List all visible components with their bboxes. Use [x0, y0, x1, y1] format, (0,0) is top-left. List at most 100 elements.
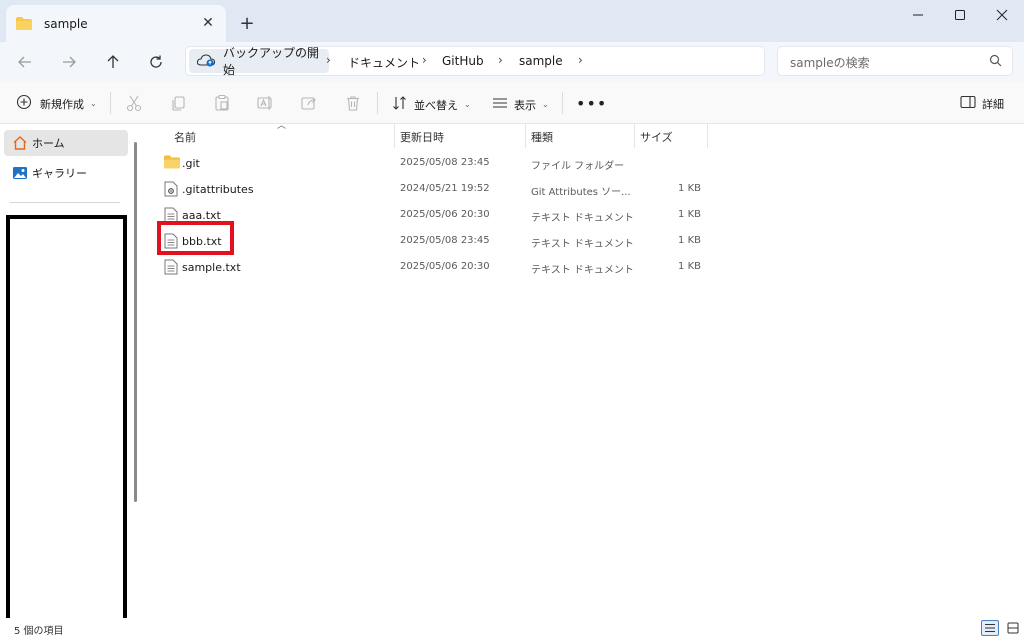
- chevron-down-icon: ⌄: [90, 99, 97, 108]
- highlight-box: [157, 221, 234, 255]
- forward-button[interactable]: [54, 48, 84, 76]
- maximize-button[interactable]: [940, 0, 980, 30]
- table-row[interactable]: bbb.txt 2025/05/08 23:45 テキスト ドキュメント 1 K…: [158, 228, 718, 254]
- search-icon: [989, 54, 1002, 70]
- file-list: ︿ 名前 更新日時 種類 サイズ .git 2025/05/08 23:45 フ…: [144, 121, 1024, 618]
- folder-icon: [164, 155, 180, 172]
- divider: [110, 92, 111, 114]
- column-divider[interactable]: [525, 124, 526, 148]
- chevron-right-icon[interactable]: ›: [578, 53, 583, 67]
- navigation-pane: ホーム ギャラリー: [0, 124, 140, 626]
- details-view-icon[interactable]: [981, 620, 999, 636]
- sidebar-item-label: ホーム: [32, 137, 65, 150]
- divider: [10, 202, 120, 203]
- tab-title: sample: [44, 16, 88, 31]
- back-button[interactable]: [10, 48, 40, 76]
- sort-icon: [392, 95, 408, 114]
- cloud-backup-icon: [196, 53, 216, 70]
- chevron-down-icon: ⌄: [542, 100, 549, 109]
- file-type: Git Attributes ソー...: [531, 187, 631, 198]
- view-button[interactable]: 表示 ⌄: [492, 95, 549, 114]
- column-divider[interactable]: [394, 124, 395, 148]
- delete-icon[interactable]: [344, 94, 362, 112]
- file-type: テキスト ドキュメント: [531, 239, 634, 250]
- breadcrumb-github[interactable]: GitHub: [442, 54, 484, 68]
- details-pane-button[interactable]: 詳細: [960, 95, 1004, 112]
- file-modified: 2025/05/08 23:45: [400, 235, 490, 246]
- sort-label: 並べ替え: [414, 98, 458, 112]
- sort-button[interactable]: 並べ替え ⌄: [392, 95, 471, 114]
- copy-icon[interactable]: [169, 94, 187, 112]
- file-name: .gitattributes: [182, 183, 254, 196]
- column-header-modified[interactable]: 更新日時: [400, 124, 444, 148]
- command-bar: 新規作成 ⌄ 並べ替え ⌄ 表示 ⌄ ••• 詳細: [0, 82, 1024, 124]
- sidebar-item-home[interactable]: ホーム: [4, 130, 128, 156]
- file-name: .git: [182, 157, 200, 170]
- sort-ascending-icon: ︿: [277, 121, 287, 131]
- plus-circle-icon: [16, 94, 32, 113]
- column-divider[interactable]: [634, 124, 635, 148]
- minimize-button[interactable]: [898, 0, 938, 30]
- table-row[interactable]: sample.txt 2025/05/06 20:30 テキスト ドキュメント …: [158, 254, 718, 280]
- file-modified: 2025/05/06 20:30: [400, 261, 490, 272]
- item-count: 5 個の項目: [14, 626, 64, 637]
- close-tab-icon[interactable]: ✕: [198, 13, 218, 33]
- file-type: ファイル フォルダー: [531, 161, 625, 172]
- sidebar-scrollbar[interactable]: [134, 142, 137, 502]
- folder-icon: [16, 17, 32, 30]
- table-row[interactable]: aaa.txt 2025/05/06 20:30 テキスト ドキュメント 1 K…: [158, 202, 718, 228]
- table-row[interactable]: .gitattributes 2024/05/21 19:52 Git Attr…: [158, 176, 718, 202]
- navigation-bar: バックアップの開始 › ドキュメント › GitHub › sample › s…: [0, 42, 1024, 82]
- more-options-button[interactable]: •••: [576, 94, 607, 113]
- tiles-view-icon[interactable]: [1004, 620, 1022, 636]
- share-icon[interactable]: [300, 94, 318, 112]
- close-window-button[interactable]: [982, 0, 1022, 30]
- file-modified: 2024/05/21 19:52: [400, 183, 490, 194]
- view-label: 表示: [514, 98, 536, 112]
- table-row[interactable]: .git 2025/05/08 23:45 ファイル フォルダー: [158, 150, 718, 176]
- chevron-right-icon[interactable]: ›: [422, 53, 427, 67]
- breadcrumb-documents[interactable]: ドキュメント: [348, 54, 420, 71]
- home-icon: [12, 135, 28, 154]
- file-modified: 2025/05/06 20:30: [400, 209, 490, 220]
- cut-icon[interactable]: [125, 94, 143, 112]
- chevron-right-icon[interactable]: ›: [498, 53, 503, 67]
- search-input[interactable]: sampleの検索: [790, 54, 870, 71]
- address-bar[interactable]: バックアップの開始 › ドキュメント › GitHub › sample ›: [185, 46, 765, 77]
- new-button[interactable]: 新規作成 ⌄: [16, 94, 97, 113]
- breadcrumb-sample[interactable]: sample: [519, 54, 563, 68]
- column-header-size[interactable]: サイズ: [640, 124, 673, 148]
- new-tab-button[interactable]: +: [236, 12, 258, 34]
- file-size: 1 KB: [678, 235, 701, 246]
- file-type: テキスト ドキュメント: [531, 265, 634, 276]
- view-list-icon: [492, 95, 508, 114]
- sidebar-item-label: ギャラリー: [32, 167, 87, 180]
- file-type: テキスト ドキュメント: [531, 213, 634, 224]
- up-button[interactable]: [98, 48, 128, 76]
- divider: [562, 92, 563, 114]
- tab-sample[interactable]: sample ✕: [6, 5, 226, 42]
- text-file-icon: [164, 259, 178, 278]
- column-divider[interactable]: [707, 124, 708, 148]
- rename-icon[interactable]: [256, 94, 274, 112]
- new-button-label: 新規作成: [40, 97, 84, 111]
- status-bar: 5 個の項目: [0, 618, 1024, 639]
- settings-file-icon: [164, 181, 178, 200]
- file-name: sample.txt: [182, 261, 241, 274]
- breadcrumb-backup[interactable]: バックアップの開始: [189, 46, 329, 77]
- column-header-type[interactable]: 種類: [531, 124, 553, 148]
- chevron-right-icon[interactable]: ›: [326, 53, 331, 67]
- sidebar-item-gallery[interactable]: ギャラリー: [4, 160, 128, 186]
- redacted-region: [6, 215, 127, 626]
- paste-icon[interactable]: [213, 94, 231, 112]
- title-bar: sample ✕ +: [0, 0, 1024, 42]
- divider: [377, 92, 378, 114]
- breadcrumb-backup-label: バックアップの開始: [223, 46, 320, 77]
- details-pane-icon: [960, 95, 976, 112]
- refresh-button[interactable]: [141, 48, 171, 76]
- search-box[interactable]: sampleの検索: [777, 46, 1013, 76]
- file-size: 1 KB: [678, 183, 701, 194]
- column-header-name[interactable]: 名前: [174, 124, 196, 148]
- details-label: 詳細: [982, 97, 1004, 111]
- file-size: 1 KB: [678, 261, 701, 272]
